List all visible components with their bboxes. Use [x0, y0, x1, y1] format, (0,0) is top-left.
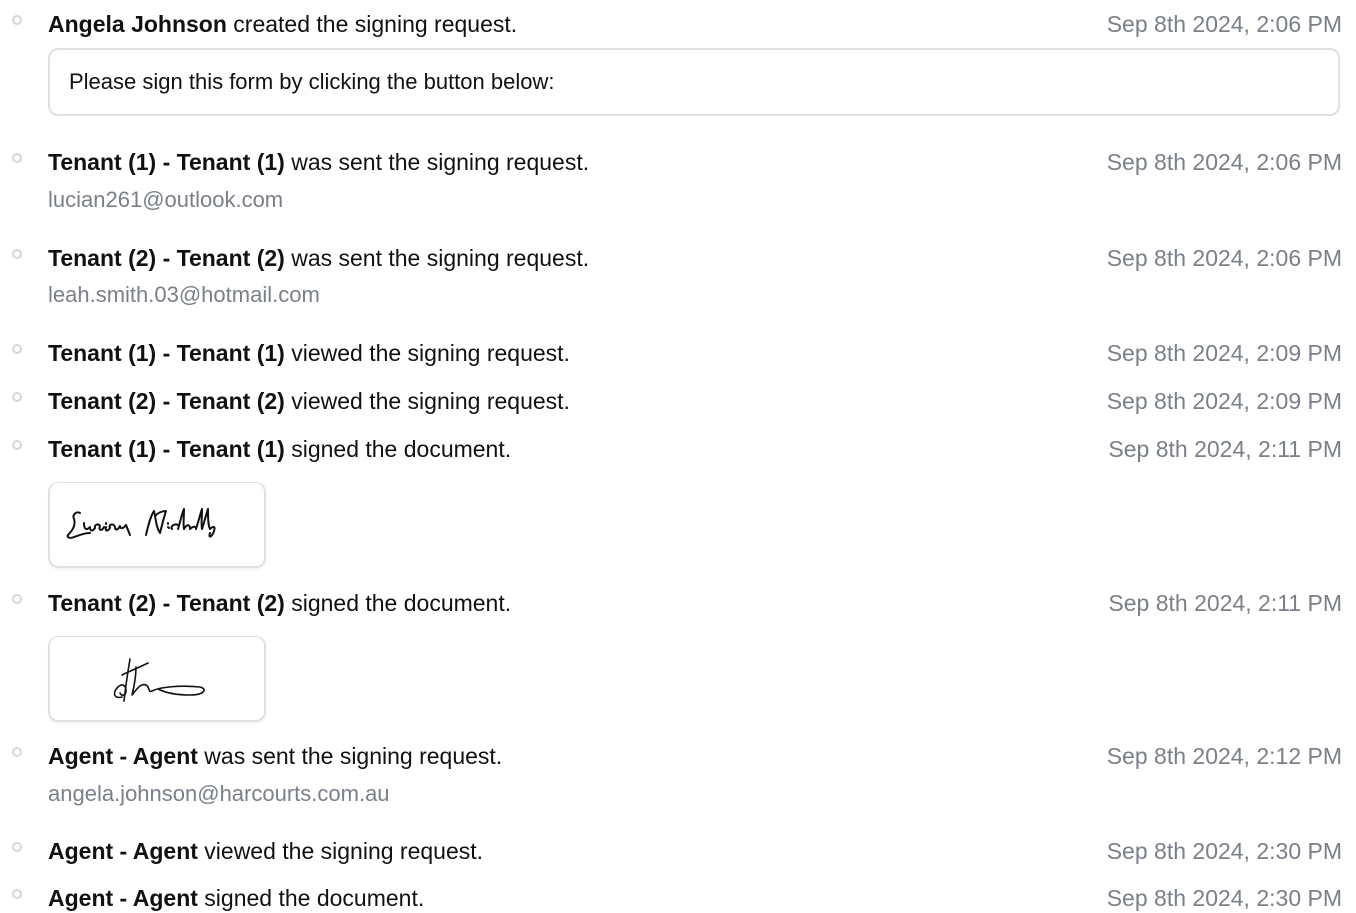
signature-image	[113, 658, 205, 702]
event-timestamp: Sep 8th 2024, 2:06 PM	[1106, 149, 1342, 175]
event-action: was sent the signing request.	[291, 245, 590, 271]
event-actor: Tenant (2) - Tenant (2)	[48, 388, 285, 414]
event-action: signed the document.	[291, 590, 512, 616]
event-actor: Tenant (2) - Tenant (2)	[48, 245, 285, 271]
event-actor: Tenant (1) - Tenant (1)	[48, 340, 285, 366]
signature-image	[66, 508, 216, 539]
event-timestamp: Sep 8th 2024, 2:09 PM	[1106, 388, 1342, 414]
timeline-dot-icon	[12, 153, 22, 163]
request-message: Please sign this form by clicking the bu…	[69, 69, 555, 94]
event-timestamp: Sep 8th 2024, 2:30 PM	[1106, 838, 1342, 864]
event-actor: Agent - Agent	[48, 885, 198, 911]
event-text: Agent - Agent viewed the signing request…	[48, 836, 483, 866]
signature-box	[48, 636, 266, 722]
signature-box	[48, 482, 266, 568]
timeline-dot-icon	[12, 747, 22, 757]
timeline-dot-icon	[12, 889, 22, 899]
timeline-dot-icon	[12, 15, 22, 25]
timeline-dot-icon	[12, 392, 22, 402]
event-action: viewed the signing request.	[291, 388, 570, 414]
recipient-email: angela.johnson@harcourts.com.au	[48, 781, 390, 806]
timeline-dot-icon	[12, 440, 22, 450]
event-text: Tenant (2) - Tenant (2) viewed the signi…	[48, 386, 570, 416]
event-actor: Angela Johnson	[48, 11, 227, 37]
event-timestamp: Sep 8th 2024, 2:11 PM	[1108, 436, 1342, 462]
event-actor: Tenant (2) - Tenant (2)	[48, 590, 285, 616]
event-timestamp: Sep 8th 2024, 2:06 PM	[1106, 245, 1342, 271]
event-action: was sent the signing request.	[291, 149, 590, 175]
event-text: Tenant (1) - Tenant (1) viewed the signi…	[48, 338, 570, 368]
event-timestamp: Sep 8th 2024, 2:12 PM	[1106, 743, 1342, 769]
recipient-email: lucian261@outlook.com	[48, 187, 284, 212]
event-text: Angela Johnson created the signing reque…	[48, 9, 517, 39]
timeline-dot-icon	[12, 344, 22, 354]
request-message-box: Please sign this form by clicking the bu…	[48, 48, 1340, 116]
event-text: Tenant (2) - Tenant (2) was sent the sig…	[48, 243, 589, 273]
event-actor: Agent - Agent	[48, 838, 198, 864]
timeline-dot-icon	[12, 842, 22, 852]
recipient-email: leah.smith.03@hotmail.com	[48, 282, 320, 307]
event-timestamp: Sep 8th 2024, 2:11 PM	[1108, 590, 1342, 616]
timeline-dot-icon	[12, 594, 22, 604]
event-text: Tenant (1) - Tenant (1) was sent the sig…	[48, 147, 589, 177]
event-timestamp: Sep 8th 2024, 2:30 PM	[1106, 885, 1342, 911]
event-text: Tenant (1) - Tenant (1) signed the docum…	[48, 434, 511, 464]
event-actor: Tenant (1) - Tenant (1)	[48, 149, 285, 175]
event-actor: Agent - Agent	[48, 743, 198, 769]
timeline-dot-icon	[12, 249, 22, 259]
event-action: signed the document.	[291, 436, 512, 462]
event-action: viewed the signing request.	[291, 340, 570, 366]
event-action: viewed the signing request.	[204, 838, 484, 864]
event-action: created the signing request.	[233, 11, 518, 37]
event-timestamp: Sep 8th 2024, 2:06 PM	[1106, 11, 1342, 37]
event-action: signed the document.	[204, 885, 425, 911]
event-actor: Tenant (1) - Tenant (1)	[48, 436, 285, 462]
event-timestamp: Sep 8th 2024, 2:09 PM	[1106, 340, 1342, 366]
event-text: Agent - Agent signed the document.	[48, 883, 424, 913]
event-text: Agent - Agent was sent the signing reque…	[48, 741, 502, 771]
event-action: was sent the signing request.	[204, 743, 503, 769]
event-text: Tenant (2) - Tenant (2) signed the docum…	[48, 588, 511, 618]
